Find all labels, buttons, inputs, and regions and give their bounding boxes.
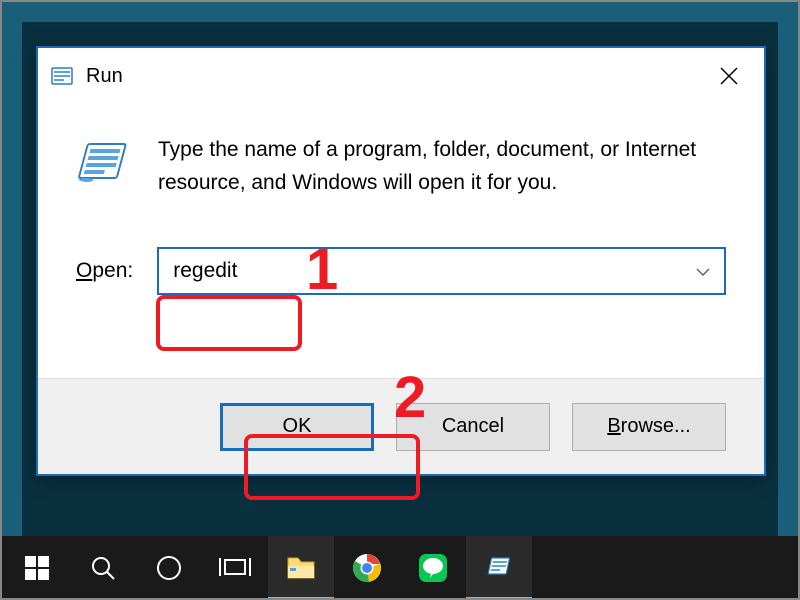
start-button[interactable] <box>4 536 70 600</box>
dialog-title: Run <box>86 65 706 88</box>
chevron-down-icon[interactable] <box>696 263 710 279</box>
chrome-button[interactable] <box>334 536 400 600</box>
search-button[interactable] <box>70 536 136 600</box>
ok-button[interactable]: OK <box>220 403 374 451</box>
dialog-body: Type the name of a program, folder, docu… <box>38 104 764 315</box>
file-explorer-button[interactable] <box>268 536 334 600</box>
cortana-button[interactable] <box>136 536 202 600</box>
browse-button[interactable]: Browse... <box>572 403 726 451</box>
open-label: Open: <box>76 259 133 283</box>
open-row: Open: regedit <box>76 247 726 295</box>
taskbar <box>0 536 800 600</box>
run-program-icon <box>76 136 132 192</box>
button-bar: OK Cancel Browse... <box>38 378 764 474</box>
run-taskbar-button[interactable] <box>466 536 532 600</box>
open-input-value: regedit <box>173 259 237 283</box>
open-combobox[interactable]: regedit <box>157 247 726 295</box>
line-button[interactable] <box>400 536 466 600</box>
run-dialog: Run Type t <box>36 46 766 476</box>
cancel-button[interactable]: Cancel <box>396 403 550 451</box>
titlebar: Run <box>38 48 764 104</box>
hint-row: Type the name of a program, folder, docu… <box>76 134 726 199</box>
hint-text: Type the name of a program, folder, docu… <box>158 134 698 199</box>
task-view-button[interactable] <box>202 536 268 600</box>
run-dialog-icon <box>50 64 74 88</box>
close-button[interactable] <box>706 56 752 96</box>
